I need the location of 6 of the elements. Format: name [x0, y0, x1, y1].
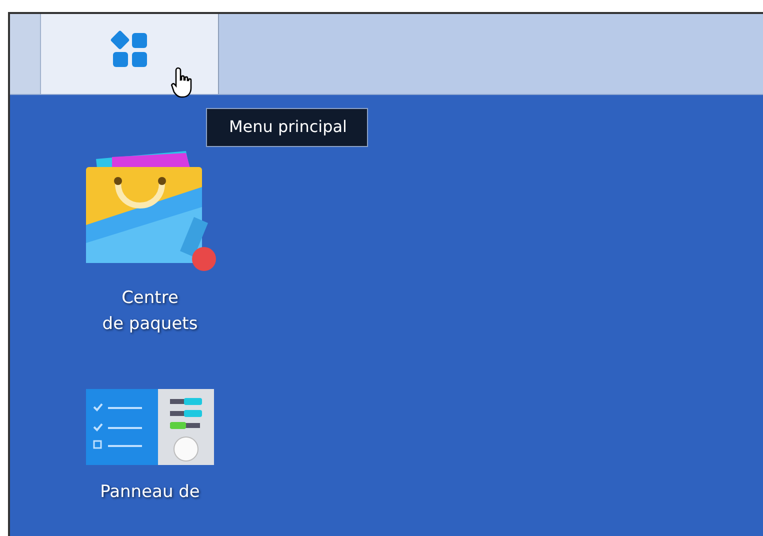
desktop-shortcut[interactable]: Panneau de — [78, 389, 222, 505]
shortcut-label: Panneau de — [100, 481, 200, 504]
shortcut-label: Centre de paquets — [102, 287, 198, 336]
desktop-shortcut[interactable]: Centre de paquets — [78, 147, 222, 337]
tooltip: Menu principal — [206, 108, 368, 147]
main-menu-button[interactable] — [41, 14, 219, 94]
